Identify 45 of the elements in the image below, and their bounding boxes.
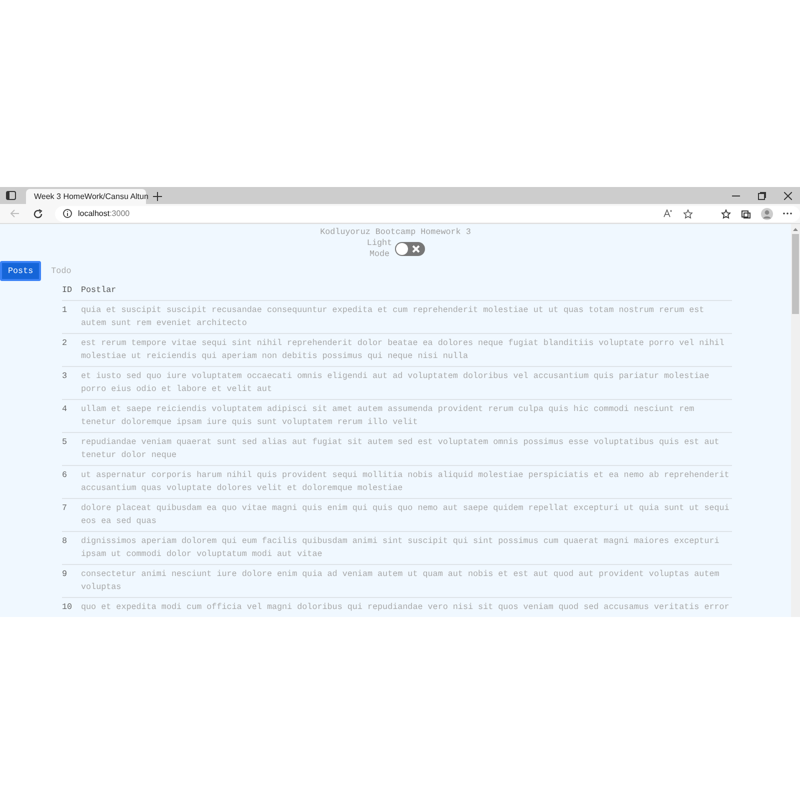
id-cell-text: 7 xyxy=(62,502,68,515)
favorite-add-icon[interactable] xyxy=(683,208,693,218)
id-cell-text: 10 xyxy=(62,601,74,614)
theme-toggle[interactable] xyxy=(394,242,424,256)
page-title: Kodluyoruz Bootcamp Homework 3 xyxy=(320,226,471,238)
favorites-icon[interactable] xyxy=(721,208,731,218)
read-aloud-icon[interactable] xyxy=(663,209,673,218)
post-text-cell-text: dignissimos aperiam dolorem qui eum facilis quibusdam animi sint suscipit qui sint possimus cum quaerat magni maiores excepturi ipsam ut commodi dolor voluptatum modi aut vitae xyxy=(81,535,720,561)
post-text-cell-text: quia et suscipit suscipit recusandae consequuntur expedita et cum reprehenderit molestiae ut ut quas totam nostrum rerum est autem sunt rem eveniet architecto xyxy=(81,304,706,330)
scrollbar-thumb[interactable] xyxy=(792,234,799,314)
profile-avatar-icon[interactable] xyxy=(761,208,773,220)
collections-icon[interactable] xyxy=(741,208,751,218)
maximize-icon[interactable] xyxy=(758,192,766,200)
id-cell-text: 2 xyxy=(62,337,68,350)
post-text-cell-text: ut aspernatur corporis harum nihil quis provident sequi mollitia nobis aliquid molestiae perspiciatis et ea nemo ab reprehenderit accusantium quas voluptate dolores velit et doloremque molestiae xyxy=(81,469,730,495)
address-bar[interactable]: localhost:3000 xyxy=(55,206,800,222)
scroll-up-icon[interactable] xyxy=(793,227,798,232)
post-text-cell-text: et iusto sed quo iure voluptatem occaecati omnis eligendi aut ad voluptatem doloribus vel accusantium quis pariatur molestiae porro eius odio et labore et velit aut xyxy=(81,370,710,396)
address-text: localhost:3000 xyxy=(78,208,130,220)
id-cell-text: 4 xyxy=(62,403,68,416)
post-text-cell-text: consectetur animi nesciunt iure dolore enim quia ad veniam autem ut quam aut nobis et est aut quod aut provident voluptas autem voluptas xyxy=(81,568,720,594)
post-text-cell-text: dolore placeat quibusdam ea quo vitae magni quis enim qui quis quo nemo aut saepe quidem repellat excepturi ut quia sunt ut sequi eos ea sed quas xyxy=(81,502,730,528)
id-cell-text: 1 xyxy=(62,304,68,317)
column-header: Postlar xyxy=(81,284,116,297)
tab-actions-icon[interactable] xyxy=(6,191,16,200)
new-tab-icon[interactable] xyxy=(152,192,162,201)
tab-title: Week 3 HomeWork/Cansu Altun xyxy=(34,190,148,202)
toggle-label: Light Mode xyxy=(366,238,392,260)
browser-tab[interactable]: Week 3 HomeWork/Cansu Altun xyxy=(26,189,146,204)
id-cell-text: 3 xyxy=(62,370,68,383)
post-text-cell-text: ullam et saepe reiciendis voluptatem adipisci sit amet autem assumenda provident rerum culpa quis hic commodi nesciunt rem tenetur doloremque ipsam iure quis sunt voluptatem rerum illo velit xyxy=(81,403,696,429)
reload-icon[interactable] xyxy=(33,208,43,218)
post-text-cell-text: est rerum tempore vitae sequi sint nihil reprehenderit dolor beatae ea dolores neque fugiat blanditiis voluptate porro vel nihil molestiae ut reiciendis qui aperiam non debitis possimus qui neque nisi nulla xyxy=(81,337,726,363)
nav-tab[interactable]: Posts xyxy=(0,261,42,281)
id-cell-text: 9 xyxy=(62,568,68,581)
id-cell-text: 6 xyxy=(62,469,68,482)
info-icon xyxy=(63,209,72,218)
id-cell-text: 5 xyxy=(62,436,68,449)
close-icon[interactable] xyxy=(784,192,792,200)
more-icon[interactable] xyxy=(783,212,792,215)
close-icon xyxy=(412,245,420,253)
id-cell-text: 8 xyxy=(62,535,68,548)
post-text-cell-text: repudiandae veniam quaerat sunt sed alias aut fugiat sit autem sed est voluptatem omnis possimus esse voluptatibus quis est aut tenetur dolor neque xyxy=(81,436,720,462)
post-text-cell-text: quo et expedita modi cum officia vel magni doloribus qui repudiandae vero nisi sit quos veniam quod sed accusamus veritatis error xyxy=(81,601,730,614)
column-header: ID xyxy=(62,284,74,297)
